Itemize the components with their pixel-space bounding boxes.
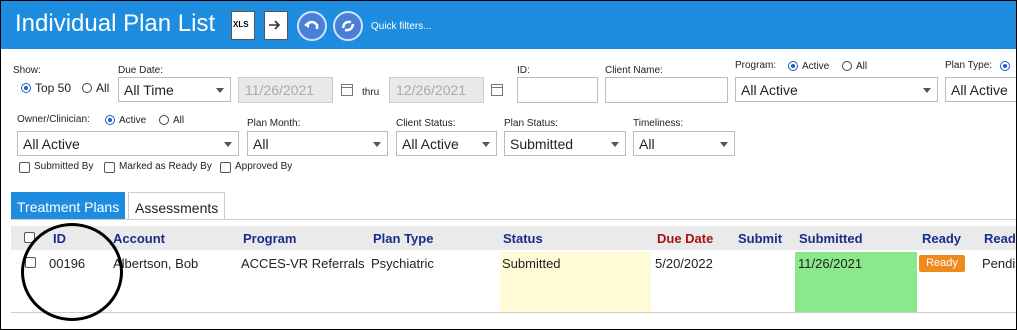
chevron-down-icon: [720, 142, 728, 147]
plan-status-label: Plan Status:: [504, 118, 558, 129]
chevron-down-icon: [216, 88, 224, 93]
owner-label: Owner/Clinician:: [17, 114, 90, 125]
row-submitted: 11/26/2021: [798, 256, 863, 271]
program-label: Program:: [735, 60, 777, 71]
thru-label: thru: [362, 87, 380, 98]
tab-divider: [11, 219, 1016, 220]
plan-status-value: Submitted: [510, 136, 574, 152]
show-label: Show:: [13, 65, 41, 76]
client-status-label: Client Status:: [396, 118, 456, 129]
col-submit[interactable]: Submit: [738, 231, 782, 246]
plan-type-label: Plan Type:: [945, 60, 993, 71]
timeliness-select[interactable]: All: [633, 131, 735, 156]
row-due-date: 5/20/2022: [655, 256, 713, 271]
program-active-text: Active: [802, 61, 830, 72]
chevron-down-icon: [611, 142, 619, 147]
plan-type-value: All Active: [951, 82, 1008, 98]
program-active-radio[interactable]: [788, 61, 798, 71]
plan-month-select[interactable]: All: [247, 131, 388, 156]
due-date-to-input[interactable]: 12/26/2021: [389, 77, 484, 103]
row-program: ACCES-VR Referrals: [241, 256, 365, 271]
col-ready-2[interactable]: Ready: [984, 231, 1016, 246]
chevron-down-icon: [482, 142, 490, 147]
refresh-icon[interactable]: [333, 11, 363, 41]
approved-by-text: Approved By: [235, 161, 293, 172]
page-title: Individual Plan List: [15, 10, 216, 37]
timeliness-label: Timeliness:: [633, 118, 684, 129]
due-date-select[interactable]: All Time: [118, 77, 231, 102]
row-plan-type: Psychiatric: [371, 256, 434, 271]
col-ready[interactable]: Ready: [922, 231, 961, 246]
plan-type-active-radio[interactable]: [1000, 61, 1010, 71]
client-status-select[interactable]: All Active: [396, 131, 497, 156]
table-header: ID Account Program Plan Type Status Due …: [11, 226, 1016, 250]
id-label: ID:: [517, 65, 530, 76]
id-input[interactable]: [517, 77, 598, 103]
show-all-radio[interactable]: [82, 83, 92, 93]
page-header: Individual Plan List XLS Quick filters..…: [1, 1, 1016, 49]
export-xls-icon[interactable]: XLS: [231, 11, 255, 40]
show-top50-radio[interactable]: [21, 83, 31, 93]
ready-badge[interactable]: Ready: [919, 255, 965, 272]
row-account[interactable]: Albertson, Bob: [113, 256, 198, 271]
plan-month-label: Plan Month:: [247, 118, 301, 129]
client-status-value: All Active: [402, 136, 459, 152]
show-all-text: All: [96, 81, 110, 95]
plan-status-select[interactable]: Submitted: [504, 131, 626, 156]
submitted-by-checkbox[interactable]: [19, 162, 30, 173]
tab-treatment-plans[interactable]: Treatment Plans: [11, 192, 126, 220]
chevron-down-icon: [224, 142, 232, 147]
show-top50-text: Top 50: [35, 81, 72, 95]
annotation-circle: [21, 223, 123, 321]
undo-icon[interactable]: [297, 11, 327, 41]
marked-ready-by-checkbox[interactable]: [104, 162, 115, 173]
due-date-to-value: 12/26/2021: [396, 82, 467, 98]
owner-all-text: All: [173, 115, 185, 126]
plan-month-value: All: [253, 136, 269, 152]
due-date-value: All Time: [124, 82, 174, 98]
col-status[interactable]: Status: [503, 231, 543, 246]
row-status: Submitted: [502, 256, 561, 271]
quick-filters-link[interactable]: Quick filters...: [371, 21, 432, 32]
marked-ready-by-text: Marked as Ready By: [119, 161, 212, 172]
col-due-date[interactable]: Due Date: [657, 231, 713, 246]
chevron-down-icon: [923, 88, 931, 93]
program-value: All Active: [741, 82, 798, 98]
col-submitted[interactable]: Submitted: [799, 231, 863, 246]
owner-active-text: Active: [119, 115, 147, 126]
owner-active-radio[interactable]: [105, 115, 115, 125]
owner-select[interactable]: All Active: [17, 131, 239, 156]
due-date-from-input[interactable]: 11/26/2021: [238, 77, 333, 103]
tab-assessments[interactable]: Assessments: [128, 192, 226, 220]
app-window: Individual Plan List XLS Quick filters..…: [0, 0, 1017, 330]
client-name-label: Client Name:: [605, 65, 663, 76]
plan-type-select[interactable]: All Active: [945, 77, 1016, 102]
submitted-by-text: Submitted By: [34, 161, 94, 172]
owner-value: All Active: [23, 136, 80, 152]
program-all-text: All: [856, 61, 868, 72]
row-divider: [11, 312, 1016, 313]
due-date-label: Due Date:: [118, 65, 164, 76]
client-name-input[interactable]: [605, 77, 728, 103]
export-arrow-icon[interactable]: [264, 11, 288, 40]
col-account[interactable]: Account: [113, 231, 165, 246]
timeliness-value: All: [639, 136, 655, 152]
chevron-down-icon: [373, 142, 381, 147]
program-select[interactable]: All Active: [735, 77, 938, 102]
due-date-from-value: 11/26/2021: [245, 82, 315, 98]
xls-icon-label: XLS: [233, 20, 249, 29]
owner-all-radio[interactable]: [159, 115, 169, 125]
calendar-icon[interactable]: [341, 84, 353, 96]
calendar-icon[interactable]: [491, 84, 503, 96]
col-plan-type[interactable]: Plan Type: [373, 231, 433, 246]
row-ready-extra: Pendin: [982, 256, 1016, 271]
col-program[interactable]: Program: [243, 231, 296, 246]
approved-by-checkbox[interactable]: [220, 162, 231, 173]
program-all-radio[interactable]: [842, 61, 852, 71]
